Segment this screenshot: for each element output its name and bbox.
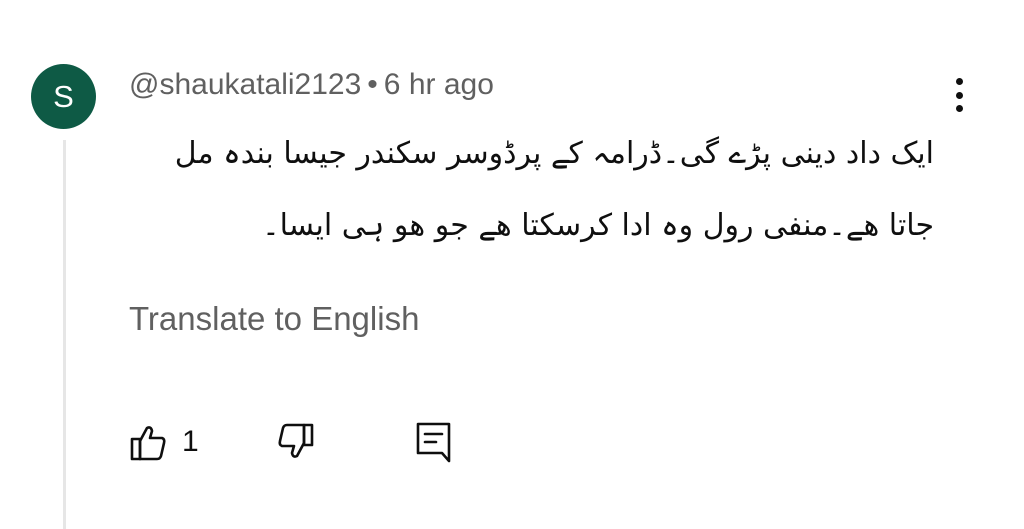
translate-button[interactable]: Translate to English	[129, 300, 419, 338]
avatar[interactable]: S	[31, 64, 96, 129]
like-button[interactable]: 1	[128, 422, 199, 462]
ellipsis-dot	[955, 105, 963, 112]
dislike-button[interactable]	[276, 422, 316, 462]
thumbs-up-icon	[130, 426, 166, 461]
thread-line	[63, 140, 66, 529]
comment-header: @shaukatali2123 • 6 hr ago	[129, 68, 494, 102]
thumbs-down-icon	[278, 423, 314, 458]
author-handle[interactable]: @shaukatali2123	[129, 68, 361, 101]
avatar-letter: S	[53, 78, 74, 114]
ellipsis-dot	[955, 91, 963, 99]
comment-reply-icon	[416, 422, 451, 463]
reply-button[interactable]	[414, 420, 454, 464]
more-actions-button[interactable]	[944, 74, 974, 116]
like-count: 1	[182, 425, 199, 458]
comment-text: ایک داد دینی پڑے گی۔ڈرامہ کے پرڈوسر سکند…	[174, 136, 934, 243]
meta-separator: •	[367, 68, 378, 101]
vertical-ellipsis-icon	[955, 78, 963, 85]
comment-timestamp[interactable]: 6 hr ago	[384, 68, 494, 101]
